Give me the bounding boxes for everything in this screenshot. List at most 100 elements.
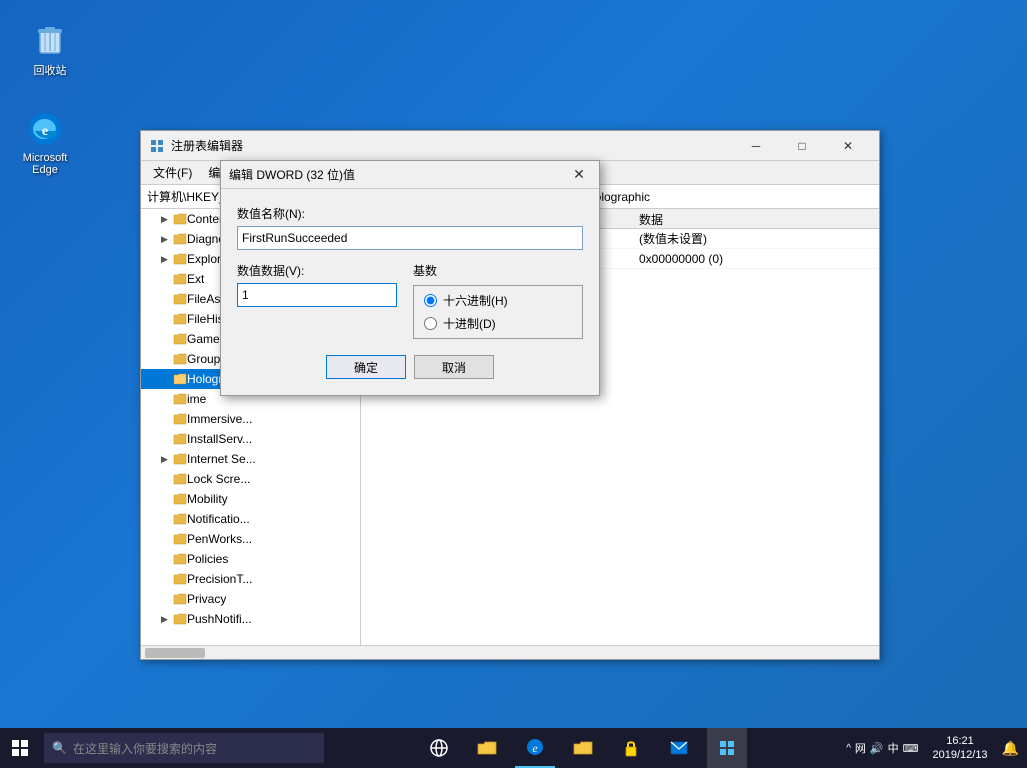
tree-label: InstallServ...: [187, 432, 252, 446]
tree-label: PushNotifi...: [187, 612, 252, 626]
clock-date: 2019/12/13: [933, 748, 988, 762]
start-button[interactable]: [0, 728, 40, 768]
lock-icon: [623, 739, 639, 757]
folder-icon: [173, 612, 187, 626]
dialog-titlebar: 编辑 DWORD (32 位)值 ✕: [221, 161, 599, 189]
ok-button[interactable]: 确定: [326, 355, 406, 379]
folder-icon: [173, 252, 187, 266]
taskbar-right: ^ 网 🔊 中 ⌨ 16:21 2019/12/13 🔔: [842, 734, 1027, 763]
tree-item-policies[interactable]: ▶ Policies: [141, 549, 360, 569]
tree-label: PenWorks...: [187, 532, 252, 546]
close-button[interactable]: ✕: [825, 131, 871, 161]
system-tray: ^ 网 🔊 中 ⌨: [842, 740, 922, 756]
tree-item-privacy[interactable]: ▶ Privacy: [141, 589, 360, 609]
value-data-row: 数值数据(V): 基数 十六进制(H) 十进制(D): [237, 262, 583, 339]
caret-up-icon[interactable]: ^: [846, 743, 851, 754]
arrow-icon: ▶: [161, 234, 173, 245]
lock-taskbar-button[interactable]: [611, 728, 651, 768]
value-data-label: 数值数据(V):: [237, 262, 397, 279]
svg-text:e: e: [532, 741, 538, 755]
dec-radio[interactable]: [424, 317, 437, 330]
tree-item-immersive[interactable]: ▶ Immersive...: [141, 409, 360, 429]
registry-title: 注册表编辑器: [171, 137, 733, 154]
tree-item-notificatio[interactable]: ▶ Notificatio...: [141, 509, 360, 529]
cancel-button[interactable]: 取消: [414, 355, 494, 379]
mail-taskbar-button[interactable]: [659, 728, 699, 768]
hex-radio[interactable]: [424, 294, 437, 307]
taskbar-search[interactable]: 🔍 在这里输入你要搜索的内容: [44, 733, 324, 763]
taskbar-clock[interactable]: 16:21 2019/12/13: [927, 734, 994, 763]
notification-icon[interactable]: 🔔: [998, 740, 1023, 757]
edge-icon[interactable]: e Microsoft Edge: [10, 105, 80, 180]
tree-item-installserv[interactable]: ▶ InstallServ...: [141, 429, 360, 449]
svg-text:e: e: [42, 124, 48, 139]
edge-taskbar-icon: e: [526, 738, 544, 756]
hex-radio-text: 十六进制(H): [443, 292, 508, 309]
scrollbar-thumb[interactable]: [145, 648, 205, 658]
hex-radio-label[interactable]: 十六进制(H): [424, 292, 572, 309]
dialog-title: 编辑 DWORD (32 位)值: [229, 166, 567, 183]
reg-data-cell: 0x00000000 (0): [631, 252, 879, 266]
mail-icon: [670, 741, 688, 755]
folder-icon-selected: [173, 372, 187, 386]
tree-label: PrecisionT...: [187, 572, 252, 586]
folder-icon: [173, 232, 187, 246]
folder-icon: [173, 332, 187, 346]
maximize-button[interactable]: □: [779, 131, 825, 161]
folder-icon: [173, 532, 187, 546]
value-data-section: 数值数据(V):: [237, 262, 397, 339]
keyboard-icon[interactable]: ⌨: [903, 742, 919, 755]
recycle-bin-icon[interactable]: 回收站: [15, 15, 85, 82]
dialog-close-button[interactable]: ✕: [567, 163, 591, 187]
file-explorer-button[interactable]: [467, 728, 507, 768]
folder-icon: [173, 572, 187, 586]
col-header-data: 数据: [631, 209, 879, 228]
folder-icon: [173, 512, 187, 526]
arrow-icon: ▶: [161, 614, 173, 625]
folder-icon: [173, 352, 187, 366]
dec-radio-label[interactable]: 十进制(D): [424, 315, 572, 332]
chinese-input-icon[interactable]: 中: [888, 740, 899, 756]
horizontal-scrollbar[interactable]: [141, 645, 879, 659]
tree-item-penworks[interactable]: ▶ PenWorks...: [141, 529, 360, 549]
folder-icon: [173, 492, 187, 506]
arrow-icon: ▶: [161, 254, 173, 265]
base-radio-group: 十六进制(H) 十进制(D): [413, 285, 583, 339]
registry-taskbar-button[interactable]: [707, 728, 747, 768]
tree-label: Notificatio...: [187, 512, 250, 526]
tree-label: Internet Se...: [187, 452, 256, 466]
folder-icon: [173, 272, 187, 286]
tree-item-precisiont[interactable]: ▶ PrecisionT...: [141, 569, 360, 589]
arrow-icon: ▶: [161, 214, 173, 225]
file-explorer-icon: [477, 740, 497, 756]
recycle-bin-image: [30, 19, 70, 59]
task-view-button[interactable]: [419, 728, 459, 768]
folder-icon: [173, 392, 187, 406]
tree-label: Policies: [187, 552, 228, 566]
tree-item-internetse[interactable]: ▶ Internet Se...: [141, 449, 360, 469]
windows-logo-icon: [11, 739, 29, 757]
value-data-input[interactable]: [237, 283, 397, 307]
explorer-taskbar-button[interactable]: [563, 728, 603, 768]
task-view-icon: [430, 739, 448, 757]
network-icon[interactable]: 网: [855, 740, 866, 756]
volume-icon[interactable]: 🔊: [870, 742, 884, 755]
dialog-body: 数值名称(N): 数值数据(V): 基数 十六进制(H): [221, 189, 599, 395]
tree-item-mobility[interactable]: ▶ Mobility: [141, 489, 360, 509]
folder-icon: [173, 452, 187, 466]
value-name-input[interactable]: [237, 226, 583, 250]
base-label: 基数: [413, 262, 583, 279]
menu-file[interactable]: 文件(F): [145, 162, 200, 184]
edge-taskbar-button[interactable]: e: [515, 728, 555, 768]
minimize-button[interactable]: ─: [733, 131, 779, 161]
tree-label: Mobility: [187, 492, 228, 506]
value-name-label: 数值名称(N):: [237, 205, 583, 222]
tree-item-pushnotifi[interactable]: ▶ PushNotifi...: [141, 609, 360, 629]
folder-icon: [173, 212, 187, 226]
search-icon: 🔍: [52, 741, 67, 755]
tree-item-lockscreen[interactable]: ▶ Lock Scre...: [141, 469, 360, 489]
window-controls: ─ □ ✕: [733, 131, 871, 161]
taskbar-middle-icons: e: [324, 728, 842, 768]
registry-app-icon: [149, 138, 165, 154]
base-section: 基数 十六进制(H) 十进制(D): [413, 262, 583, 339]
